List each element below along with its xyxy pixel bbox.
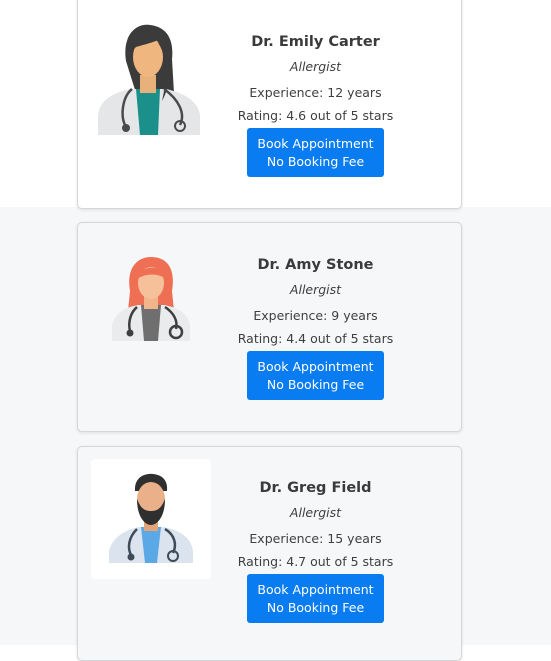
doctor-card: Dr. Amy Stone Allergist Experience: 9 ye…: [77, 222, 462, 432]
doctor-name: Dr. Emily Carter: [251, 34, 380, 50]
book-appointment-label: Book Appointment: [257, 135, 374, 151]
doctor-specialty: Allergist: [289, 505, 342, 520]
doctor-card: Dr. Emily Carter Allergist Experience: 1…: [77, 0, 462, 209]
female-doctor-dark-hair-icon: [92, 13, 204, 135]
doctor-name: Dr. Amy Stone: [257, 257, 374, 273]
doctor-card: Dr. Greg Field Allergist Experience: 15 …: [77, 446, 462, 661]
doctor-specialty: Allergist: [289, 59, 342, 74]
female-doctor-red-hair-icon: [110, 253, 192, 341]
male-doctor-beard-icon: [91, 459, 211, 579]
doctor-experience: Experience: 15 years: [249, 531, 382, 546]
doctor-rating: Rating: 4.4 out of 5 stars: [237, 331, 394, 346]
book-appointment-button[interactable]: Book Appointment No Booking Fee: [247, 574, 384, 623]
no-booking-fee-label: No Booking Fee: [266, 599, 365, 615]
doctor-rating: Rating: 4.7 out of 5 stars: [237, 554, 394, 569]
doctor-experience: Experience: 9 years: [253, 308, 378, 323]
doctor-experience: Experience: 12 years: [249, 85, 382, 100]
doctor-specialty: Allergist: [289, 282, 342, 297]
no-booking-fee-label: No Booking Fee: [266, 376, 365, 392]
doctor-rating: Rating: 4.6 out of 5 stars: [237, 108, 394, 123]
no-booking-fee-label: No Booking Fee: [266, 153, 365, 169]
book-appointment-label: Book Appointment: [257, 358, 374, 374]
book-appointment-label: Book Appointment: [257, 581, 374, 597]
book-appointment-button[interactable]: Book Appointment No Booking Fee: [247, 128, 384, 177]
book-appointment-button[interactable]: Book Appointment No Booking Fee: [247, 351, 384, 400]
doctor-name: Dr. Greg Field: [259, 480, 372, 496]
